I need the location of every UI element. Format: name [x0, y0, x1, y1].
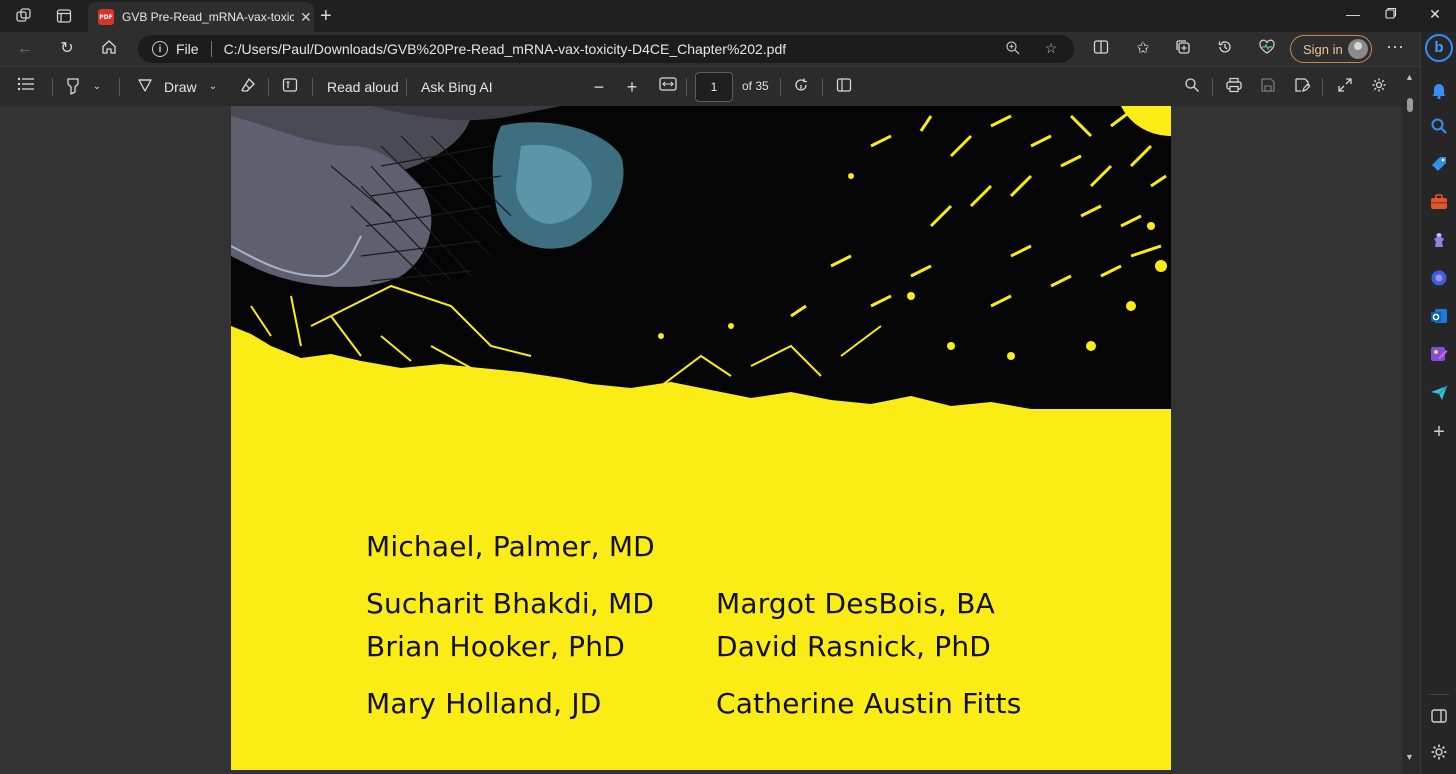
minimize-icon[interactable]: —	[1342, 6, 1364, 26]
vertical-scrollbar[interactable]: ▲ ▼	[1402, 72, 1420, 774]
table-of-contents-icon[interactable]	[16, 77, 36, 97]
hide-sidebar-icon[interactable]	[1429, 706, 1449, 726]
scroll-down-icon[interactable]: ▼	[1405, 752, 1414, 762]
close-icon[interactable]: ✕	[300, 9, 312, 26]
author-right-1: Margot DesBois, BA	[716, 587, 995, 620]
settings-gear-icon[interactable]	[1369, 77, 1389, 97]
fit-to-width-icon[interactable]	[658, 77, 678, 97]
add-icon[interactable]: +	[1429, 422, 1449, 442]
history-icon[interactable]	[1214, 39, 1236, 59]
author-lead: Michael, Palmer, MD	[366, 530, 655, 563]
shopping-tag-icon[interactable]	[1429, 154, 1449, 174]
chevron-down-icon[interactable]: ⌄	[91, 77, 103, 97]
full-screen-icon[interactable]	[1335, 77, 1355, 97]
workspaces-icon[interactable]	[14, 6, 34, 26]
split-screen-icon[interactable]	[1090, 39, 1112, 59]
toolbar-divider	[1212, 78, 1213, 96]
draw-button[interactable]: Draw	[164, 77, 197, 97]
close-window-icon[interactable]: ✕	[1424, 6, 1446, 26]
toolbar-divider	[1322, 78, 1323, 96]
toolbar-divider	[822, 78, 823, 96]
scroll-up-icon[interactable]: ▲	[1405, 72, 1414, 82]
info-icon[interactable]: i	[152, 41, 168, 57]
page-view-icon[interactable]	[834, 77, 854, 97]
refresh-icon[interactable]: ↻	[56, 39, 78, 59]
favorite-star-icon[interactable]: ☆	[1042, 40, 1060, 58]
scroll-thumb[interactable]	[1407, 98, 1413, 112]
bing-copilot-button[interactable]: b	[1425, 34, 1453, 62]
avatar	[1348, 39, 1368, 59]
toolbar-divider	[52, 78, 53, 96]
draw-pen-icon[interactable]	[135, 77, 155, 97]
read-aloud-button[interactable]: Read aloud	[327, 77, 399, 97]
title-bar: PDF GVB Pre-Read_mRNA-vax-toxicity-D4CE_…	[0, 0, 1456, 32]
designer-icon[interactable]	[1429, 344, 1449, 364]
author-left-2: Brian Hooker, PhD	[366, 630, 625, 663]
page-total: of 35	[742, 79, 769, 93]
send-icon[interactable]	[1429, 382, 1449, 402]
sidebar-settings-icon[interactable]	[1429, 742, 1449, 762]
address-bar[interactable]: i File C:/Users/Paul/Downloads/GVB%20Pre…	[138, 35, 1074, 63]
tab-title: GVB Pre-Read_mRNA-vax-toxicity-D4CE_Chap…	[122, 10, 294, 24]
author-left-1: Sucharit Bhakdi, MD	[366, 587, 655, 620]
zoom-in-icon[interactable]: +	[623, 77, 641, 97]
sign-in-label: Sign in	[1303, 41, 1343, 57]
pdf-toolbar: ⌄ Draw ⌄ Read aloud Ask Bing AI − + 1 of…	[0, 66, 1420, 106]
toolbar-divider	[686, 78, 687, 96]
ask-bing-ai-button[interactable]: Ask Bing AI	[421, 77, 493, 97]
address-scheme: File	[176, 41, 199, 57]
toolbar-divider	[268, 78, 269, 96]
edge-sidebar: b +	[1420, 32, 1456, 774]
collections-icon[interactable]	[1172, 39, 1194, 59]
favorites-icon[interactable]: ✩	[1132, 39, 1154, 59]
restore-icon[interactable]	[1380, 6, 1402, 26]
new-tab-button[interactable]: +	[320, 5, 332, 28]
rotate-icon[interactable]	[791, 77, 811, 97]
toolbar-divider	[780, 78, 781, 96]
more-menu-icon[interactable]: ···	[1384, 37, 1406, 59]
home-icon[interactable]	[98, 39, 120, 59]
tab-pdf[interactable]: PDF GVB Pre-Read_mRNA-vax-toxicity-D4CE_…	[88, 2, 314, 32]
sign-in-button[interactable]: Sign in	[1290, 35, 1372, 63]
copilot-icon[interactable]	[1429, 268, 1449, 288]
games-icon[interactable]	[1429, 230, 1449, 250]
notification-icon[interactable]	[1429, 80, 1449, 100]
author-right-2: David Rasnick, PhD	[716, 630, 992, 663]
browser-essentials-icon[interactable]	[1256, 39, 1278, 59]
highlight-icon[interactable]	[63, 77, 83, 97]
page-number-input[interactable]: 1	[695, 72, 733, 102]
tab-actions-icon[interactable]	[54, 6, 74, 26]
print-icon[interactable]	[1224, 77, 1244, 97]
text-box-icon[interactable]	[280, 77, 300, 97]
eraser-icon[interactable]	[238, 77, 258, 97]
chevron-down-icon[interactable]: ⌄	[207, 77, 219, 97]
save-icon[interactable]	[1258, 77, 1278, 97]
address-divider	[210, 41, 212, 57]
save-as-icon[interactable]	[1292, 77, 1312, 97]
toolbar-divider	[312, 78, 313, 96]
toolbar-divider	[406, 78, 407, 96]
back-arrow-icon[interactable]: ←	[14, 39, 36, 59]
sidebar-divider	[1429, 694, 1449, 695]
outlook-icon[interactable]	[1429, 306, 1449, 326]
zoom-out-icon[interactable]: −	[590, 77, 608, 97]
tools-icon[interactable]	[1429, 192, 1449, 212]
author-right-3: Catherine Austin Fitts	[716, 687, 1022, 720]
navigation-bar: ← ↻ i File C:/Users/Paul/Downloads/GVB%2…	[0, 32, 1456, 66]
search-icon[interactable]	[1429, 116, 1449, 136]
address-url[interactable]: C:/Users/Paul/Downloads/GVB%20Pre-Read_m…	[224, 41, 787, 57]
search-icon[interactable]	[1182, 77, 1202, 97]
toolbar-divider	[119, 78, 120, 96]
pdf-page: Michael, Palmer, MD Sucharit Bhakdi, MD …	[231, 106, 1171, 770]
author-left-3: Mary Holland, JD	[366, 687, 602, 720]
cover-illustration	[231, 106, 1171, 409]
zoom-icon[interactable]	[1004, 40, 1022, 58]
pdf-file-icon: PDF	[98, 9, 114, 25]
